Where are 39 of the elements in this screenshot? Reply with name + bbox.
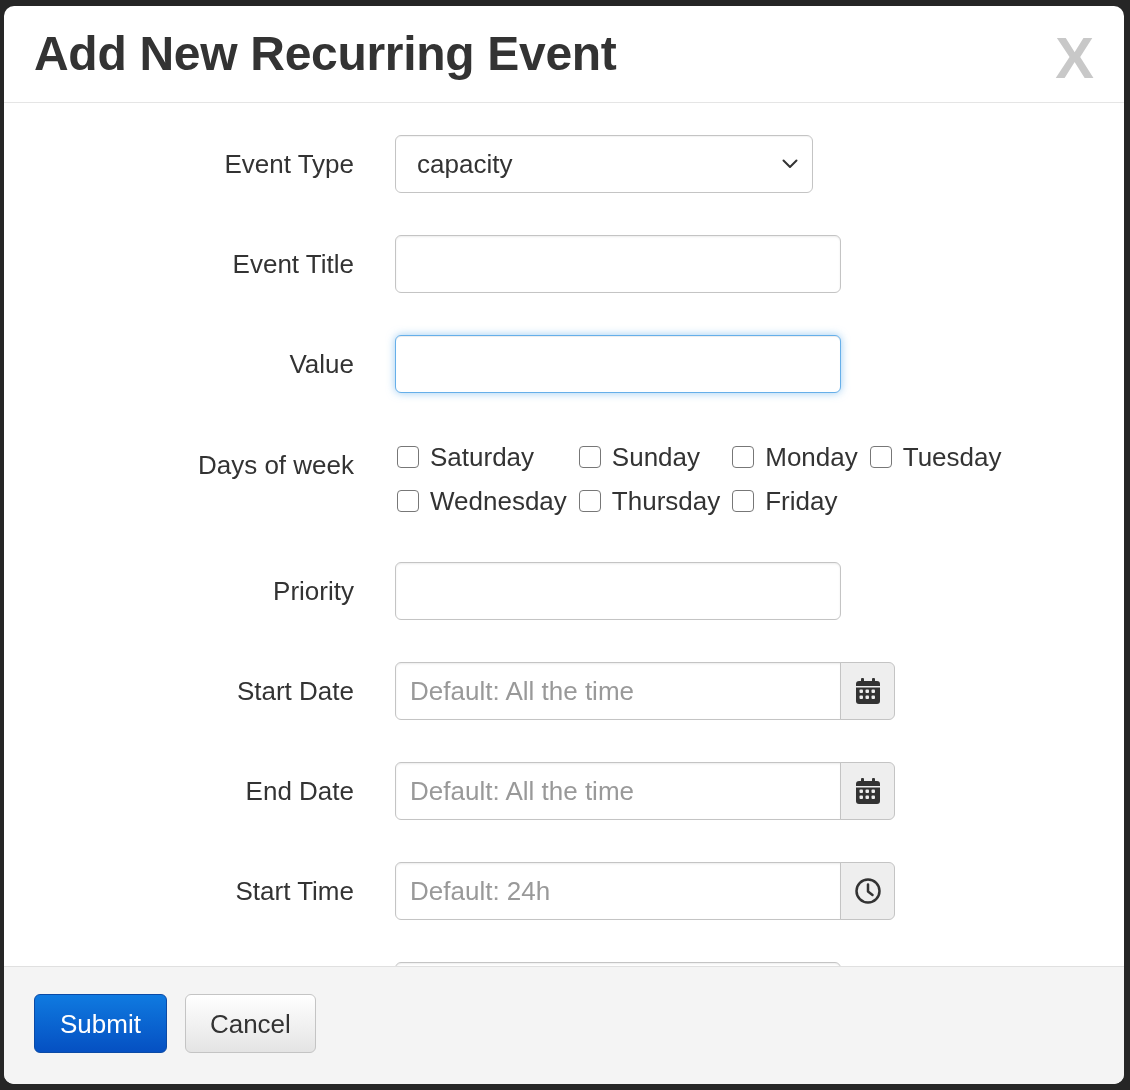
checkbox[interactable] [397,490,419,512]
field-label: Event Type [223,149,354,179]
dialog-title: Add New Recurring Event [34,27,617,81]
checkbox-label: Wednesday [430,486,567,516]
input-field[interactable] [395,235,841,293]
submit-button[interactable]: Submit [34,994,167,1053]
checkbox[interactable] [869,446,892,468]
field-label: Priority [272,576,354,606]
calendar-icon [855,678,880,704]
clock-icon [854,878,881,904]
field-label: Start Date [235,676,354,706]
time-field[interactable]: Default: 24h [395,862,842,920]
clock-addon[interactable] [840,862,895,920]
field-label: Value [288,349,354,379]
checkbox-label: Monday [765,442,858,472]
date-field[interactable]: Default: All the time [395,762,842,820]
calendar-icon [855,778,880,804]
dropdown-select[interactable]: capacity [395,135,813,193]
checkbox[interactable] [578,490,601,512]
field-label: Start Time [234,876,354,906]
checkbox[interactable] [578,446,601,468]
checkbox-label: Thursday [611,486,721,516]
field-label: Days of week [196,449,354,480]
chevron-down-icon [782,159,798,169]
calendar-addon[interactable] [840,662,895,720]
checkbox[interactable] [732,490,755,512]
input-field[interactable] [395,562,841,620]
checkbox[interactable] [732,446,755,468]
field-label: End Date [244,776,354,806]
checkbox[interactable] [397,446,419,468]
date-field[interactable]: Default: All the time [395,662,842,720]
calendar-addon[interactable] [840,762,895,820]
input-field[interactable] [395,335,841,393]
checkbox-label: Sunday [611,442,701,472]
checkbox-label: Friday [765,486,838,516]
field-label: Event Title [231,249,354,279]
cancel-button[interactable]: Cancel [184,994,316,1053]
checkbox-label: Tuesday [902,442,1002,472]
checkbox-label: Saturday [430,442,535,472]
